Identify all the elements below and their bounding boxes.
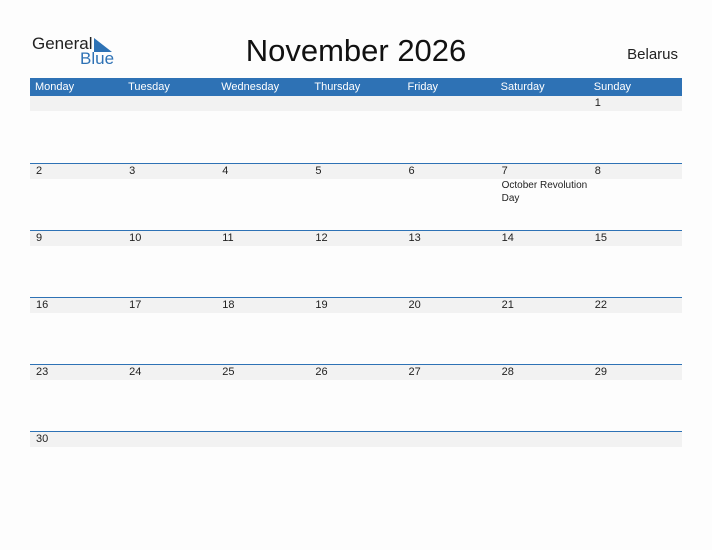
week-row: 1 <box>30 96 682 163</box>
day-number: 16 <box>36 299 49 311</box>
country-label: Belarus <box>627 46 678 63</box>
day-number: 20 <box>408 299 421 311</box>
day-number: 19 <box>315 299 328 311</box>
day-cell: 14 <box>496 231 589 297</box>
day-cell: 11 <box>216 231 309 297</box>
day-number: 30 <box>36 433 49 445</box>
day-number: 18 <box>222 299 235 311</box>
weekday-monday: Monday <box>35 81 75 93</box>
day-number: 15 <box>594 232 607 244</box>
day-cell <box>216 96 309 163</box>
day-cell: 26 <box>309 365 402 431</box>
day-cell <box>216 432 309 498</box>
day-cell: 20 <box>403 298 496 364</box>
day-number: 12 <box>315 232 328 244</box>
day-cell: 8 <box>589 164 682 230</box>
day-cell: 15 <box>589 231 682 297</box>
weekday-sunday: Sunday <box>593 81 632 93</box>
day-number: 27 <box>408 366 421 378</box>
day-number: 28 <box>501 366 514 378</box>
day-cell: 9 <box>30 231 123 297</box>
day-cell: 17 <box>123 298 216 364</box>
week-row: 9 10 11 12 13 14 15 <box>30 230 682 297</box>
week-row: 2 3 4 5 6 7 October Revolution Day 8 <box>30 163 682 230</box>
weekday-wednesday: Wednesday <box>221 81 280 93</box>
day-number: 8 <box>594 165 601 177</box>
holiday-label: October Revolution Day <box>501 180 588 204</box>
weekday-tuesday: Tuesday <box>128 81 170 93</box>
day-number: 24 <box>129 366 142 378</box>
day-cell: 25 <box>216 365 309 431</box>
week-row: 23 24 25 26 27 28 29 <box>30 364 682 431</box>
day-cell: 7 October Revolution Day <box>496 164 589 230</box>
page-title: November 2026 <box>245 33 467 68</box>
day-number: 14 <box>501 232 514 244</box>
week-row: 16 17 18 19 20 21 22 <box>30 297 682 364</box>
day-number: 6 <box>408 165 415 177</box>
day-number: 13 <box>408 232 421 244</box>
day-cell <box>589 432 682 498</box>
day-cell <box>123 432 216 498</box>
day-cell <box>403 432 496 498</box>
day-cell: 28 <box>496 365 589 431</box>
day-number: 25 <box>222 366 235 378</box>
weekday-friday: Friday <box>407 81 439 93</box>
day-cell <box>309 96 402 163</box>
day-cell <box>403 96 496 163</box>
day-cell <box>496 96 589 163</box>
day-cell: 30 <box>30 432 123 498</box>
day-cell: 6 <box>403 164 496 230</box>
week-row: 30 <box>30 431 682 498</box>
day-number: 9 <box>36 232 43 244</box>
day-cell: 5 <box>309 164 402 230</box>
day-number: 11 <box>222 232 234 244</box>
day-cell: 13 <box>403 231 496 297</box>
day-cell <box>30 96 123 163</box>
day-number: 7 <box>501 165 508 177</box>
day-cell: 2 <box>30 164 123 230</box>
calendar-grid: Monday Tuesday Wednesday Thursday Friday Satu… <box>30 78 682 498</box>
day-cell: 21 <box>496 298 589 364</box>
day-cell: 18 <box>216 298 309 364</box>
day-number: 22 <box>594 299 607 311</box>
day-cell: 19 <box>309 298 402 364</box>
day-number: 23 <box>36 366 49 378</box>
day-cell: 29 <box>589 365 682 431</box>
day-number: 1 <box>594 97 601 109</box>
day-cell: 27 <box>403 365 496 431</box>
day-cell: 24 <box>123 365 216 431</box>
weekday-thursday: Thursday <box>314 81 361 93</box>
day-number: 4 <box>222 165 229 177</box>
day-number: 3 <box>129 165 136 177</box>
day-number: 17 <box>129 299 142 311</box>
day-number: 2 <box>36 165 43 177</box>
day-cell <box>309 432 402 498</box>
day-number: 21 <box>501 299 514 311</box>
day-cell: 3 <box>123 164 216 230</box>
day-cell: 16 <box>30 298 123 364</box>
day-cell: 22 <box>589 298 682 364</box>
day-cell: 4 <box>216 164 309 230</box>
day-cell: 1 <box>589 96 682 163</box>
day-cell <box>496 432 589 498</box>
weekday-saturday: Saturday <box>500 81 545 93</box>
day-cell: 10 <box>123 231 216 297</box>
day-number: 26 <box>315 366 328 378</box>
day-cell <box>123 96 216 163</box>
day-cell: 23 <box>30 365 123 431</box>
day-number: 10 <box>129 232 142 244</box>
day-number: 5 <box>315 165 322 177</box>
day-number: 29 <box>594 366 607 378</box>
weekday-header: Monday Tuesday Wednesday Thursday Friday Satu… <box>30 78 682 96</box>
day-cell: 12 <box>309 231 402 297</box>
